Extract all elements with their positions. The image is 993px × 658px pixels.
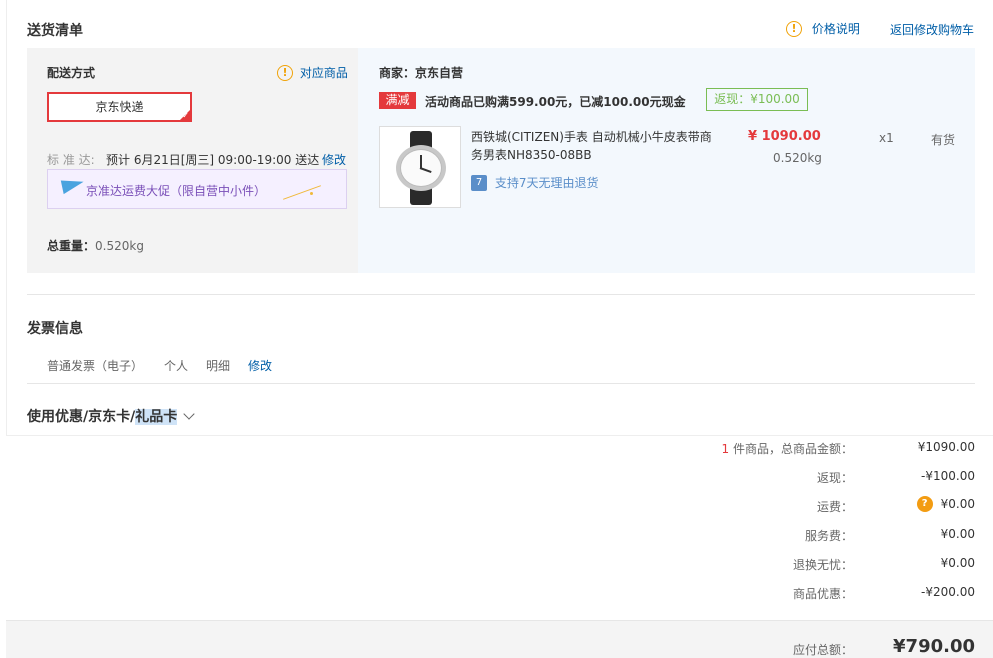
product-quantity: x1	[879, 131, 894, 145]
product-image[interactable]	[379, 126, 461, 208]
rebate-value: -¥100.00	[921, 469, 975, 483]
content-border-left	[6, 0, 7, 436]
back-to-cart-link[interactable]: 返回修改购物车	[890, 21, 974, 38]
plane-icon	[60, 175, 86, 195]
items-total-label: 1 件商品，总商品金额：	[722, 440, 853, 457]
product-weight: 0.520kg	[773, 151, 822, 165]
price-note-link[interactable]: ! 价格说明	[786, 20, 860, 37]
item-count: 1	[721, 442, 730, 456]
price-note-label: 价格说明	[811, 22, 860, 36]
return-insurance-label: 退换无忧：	[792, 558, 853, 572]
promo-decoration-dot	[310, 192, 313, 195]
return-policy[interactable]: 7 支持7天无理由退货	[471, 174, 598, 191]
product-name-line2: 务男表NH8350-08BB	[471, 148, 592, 162]
product-stock: 有货	[931, 133, 956, 147]
chevron-down-icon	[183, 408, 195, 420]
delivery-section-title: 送货清单	[27, 23, 83, 39]
matching-items-label: 对应商品	[299, 66, 348, 80]
items-total-value: ¥1090.00	[917, 440, 975, 454]
product-price: ¥ 1090.00	[748, 129, 821, 144]
warning-icon: !	[277, 64, 293, 81]
merchant-label: 商家：京东自营	[379, 66, 464, 80]
discount-label: 商品优惠：	[792, 587, 853, 601]
total-weight: 总重量：0.520kg	[47, 237, 144, 254]
service-fee-label: 服务费：	[804, 529, 853, 543]
coupon-toggle[interactable]: 使用优惠/京东卡/礼品卡	[27, 406, 195, 426]
rebate-badge: 返现：¥100.00	[706, 88, 808, 111]
coupon-title: 使用优惠/京东卡/	[27, 409, 136, 425]
promo-banner[interactable]: 京准达运费大促（限自营中小件）	[47, 169, 347, 209]
promo-decoration	[283, 185, 321, 200]
shipping-method-label: 配送方式	[47, 66, 96, 80]
return-insurance-value: ¥0.00	[940, 556, 975, 570]
divider	[27, 294, 975, 295]
payable-label: 应付总额：	[792, 643, 853, 657]
promo-text: 京准达运费大促（限自营中小件）	[86, 184, 267, 198]
coupon-title-highlight: 礼品卡	[135, 409, 178, 425]
invoice-type: 普通发票（电子）	[47, 359, 144, 373]
shipping-fee-value: ¥0.00	[940, 497, 975, 511]
eta-label: 标 准 达:	[47, 153, 95, 167]
shipping-option-jd-express[interactable]: 京东快递 ✓	[47, 92, 192, 122]
discount-value: -¥200.00	[921, 585, 975, 599]
shipping-fee-label: 运费：	[816, 500, 853, 514]
shipping-fee-value-wrap: ? ¥0.00	[916, 496, 975, 512]
promo-description: 活动商品已购满599.00元，已减100.00元现金	[425, 95, 686, 109]
eta-value: 预计 6月21日[周三] 09:00-19:00 送达	[106, 153, 320, 167]
product-name-link[interactable]: 西铁城(CITIZEN)手表 自动机械小牛皮表带商 务男表NH8350-08BB	[471, 128, 712, 164]
seven-day-return-icon: 7	[471, 174, 487, 191]
warning-icon: !	[786, 20, 802, 37]
invoice-content: 明细	[206, 359, 231, 373]
matching-items-link[interactable]: ! 对应商品	[277, 64, 348, 81]
payable-value: ¥790.00	[893, 636, 975, 657]
return-policy-label: 支持7天无理由退货	[494, 176, 599, 190]
divider	[27, 383, 975, 384]
shipping-option-label: 京东快递	[95, 100, 144, 114]
check-icon: ✓	[182, 111, 189, 120]
items-label: 件商品，总商品金额：	[732, 442, 853, 456]
product-name-line1: 西铁城(CITIZEN)手表 自动机械小牛皮表带商	[471, 130, 712, 144]
invoice-section-title: 发票信息	[27, 321, 83, 337]
rebate-label: 返现：	[816, 471, 853, 485]
invoice-title: 个人	[164, 359, 189, 373]
total-weight-label: 总重量：	[47, 239, 96, 253]
eta-edit-link[interactable]: 修改	[322, 151, 346, 168]
promo-tag: 满减	[379, 92, 416, 109]
invoice-edit-link[interactable]: 修改	[248, 357, 272, 374]
content-border-bottom	[6, 435, 993, 436]
question-icon[interactable]: ?	[916, 496, 933, 512]
total-weight-value: 0.520kg	[95, 239, 144, 253]
service-fee-value: ¥0.00	[940, 527, 975, 541]
